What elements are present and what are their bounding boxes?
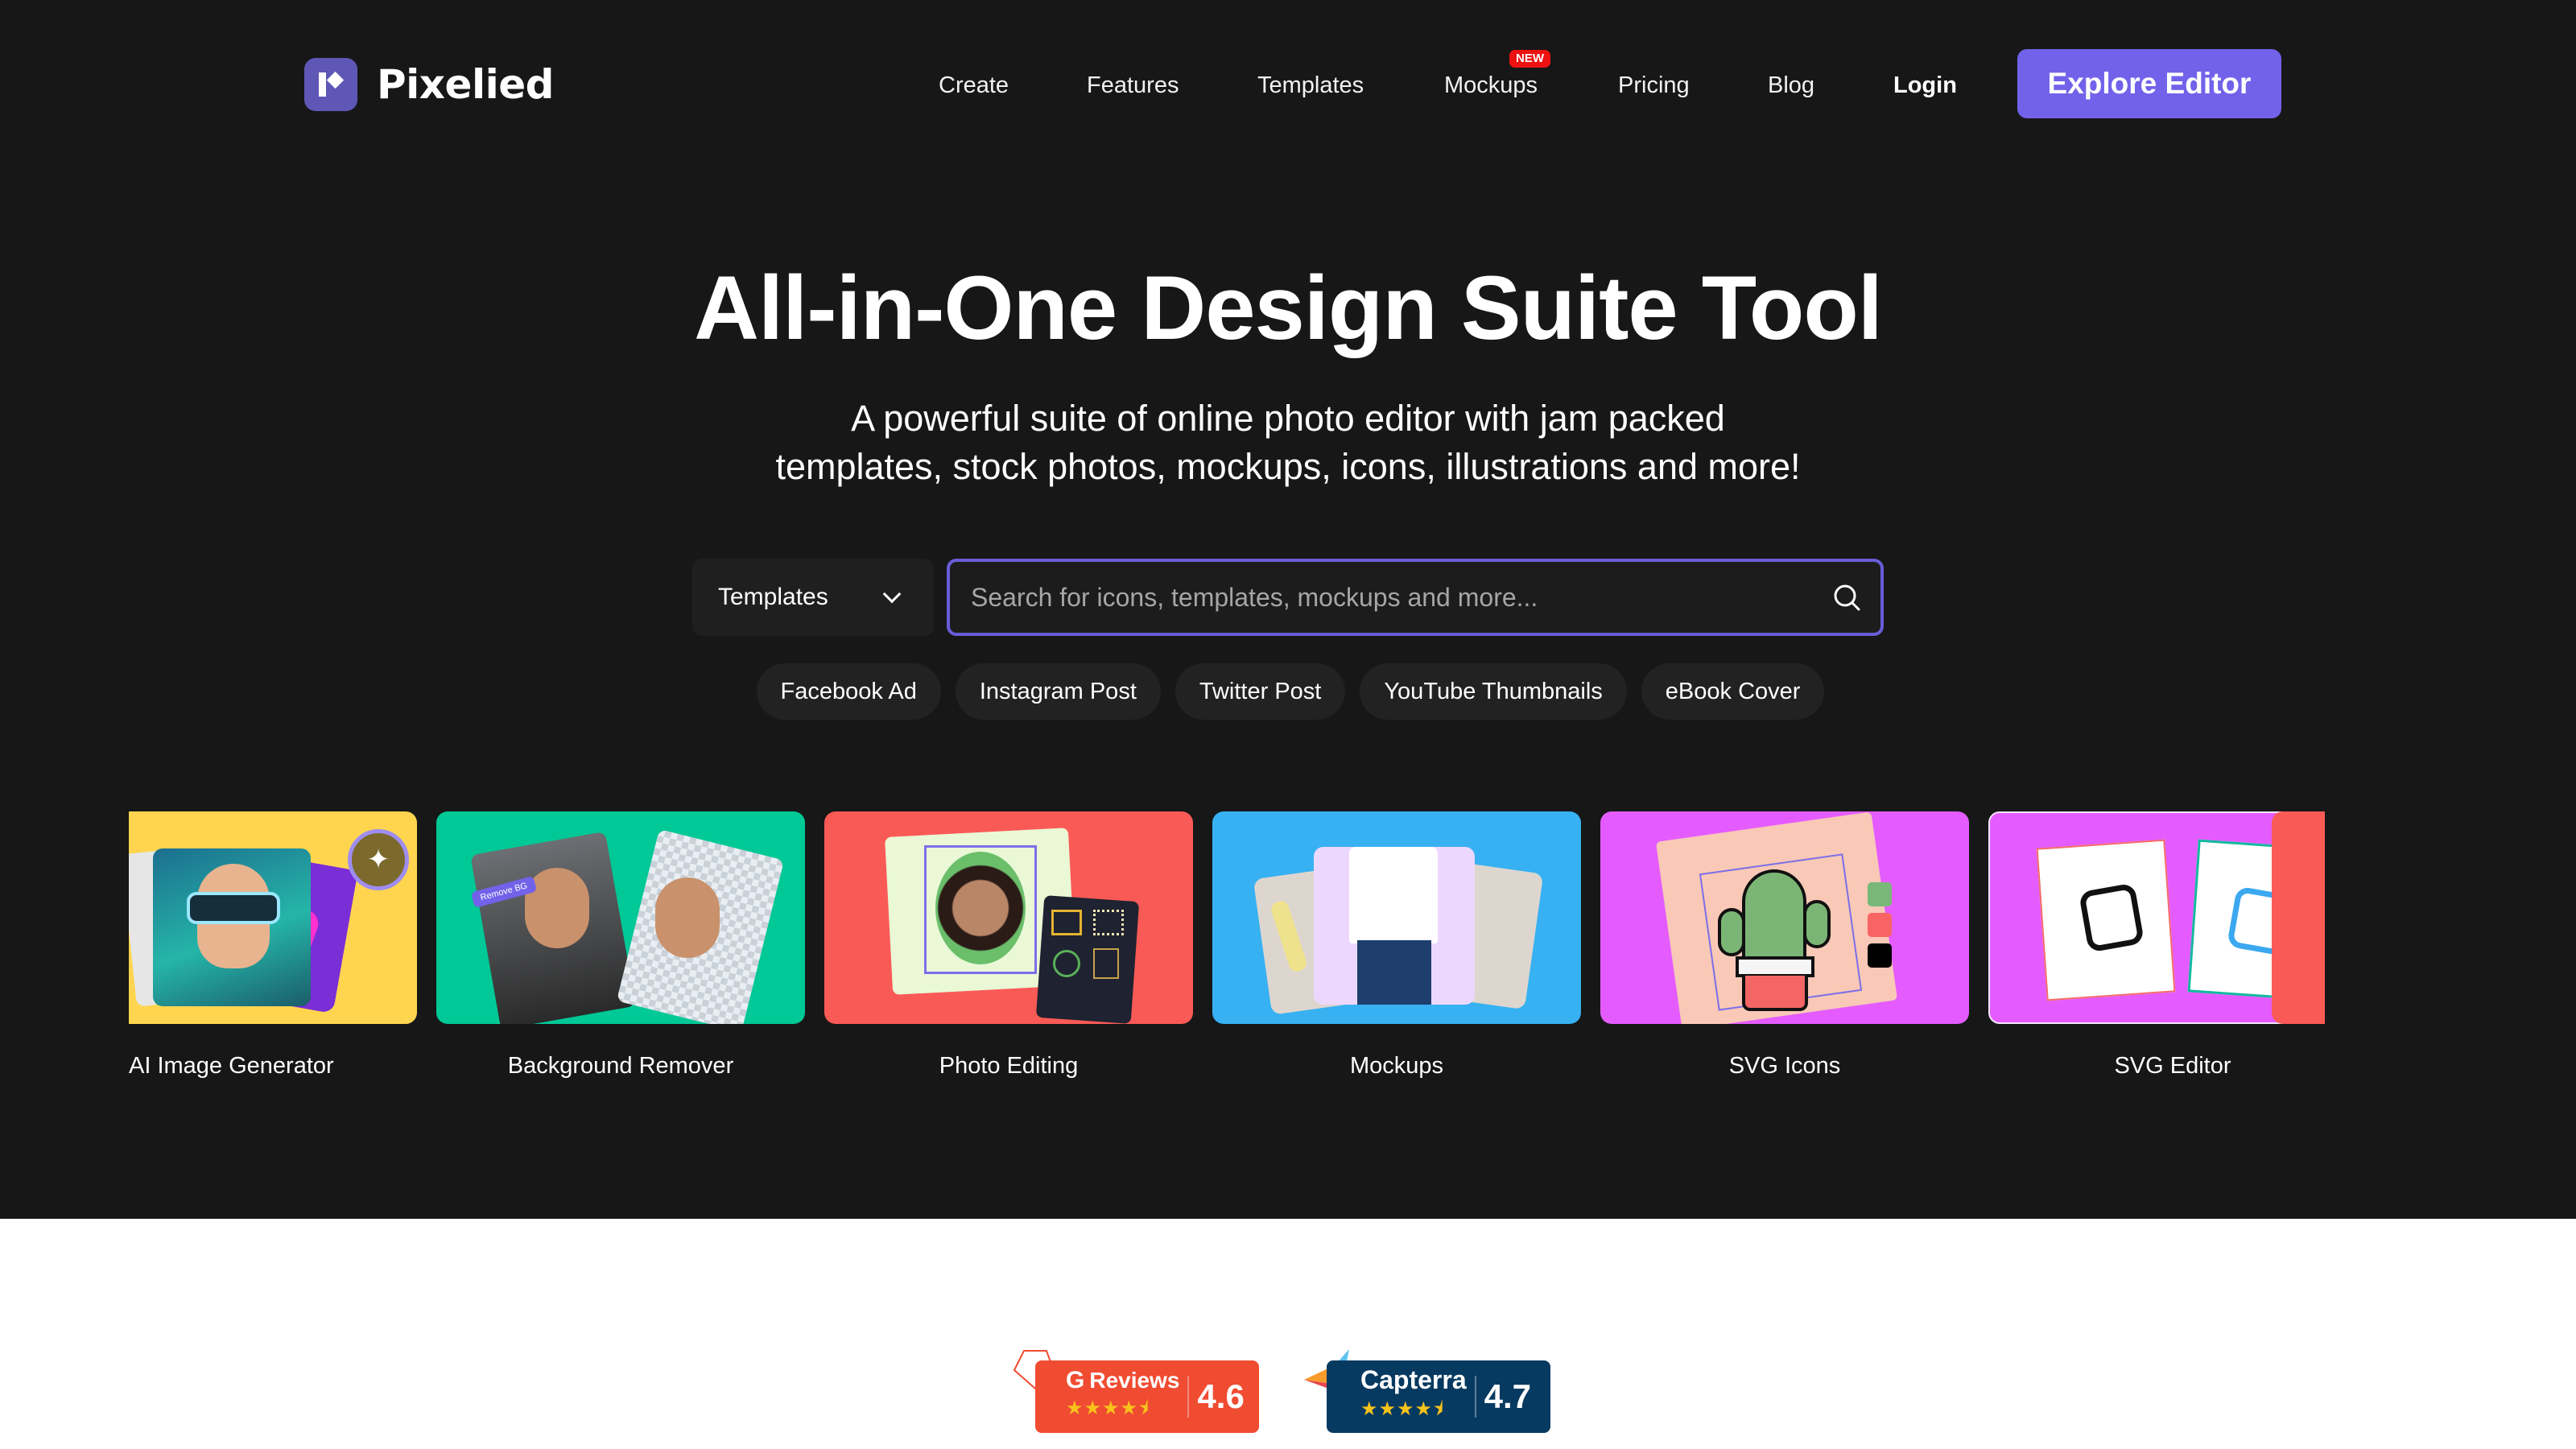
card-thumbnail <box>1600 811 1969 1024</box>
card-label: SVG Icons <box>1728 1053 1841 1079</box>
tag-chip[interactable]: Facebook Ad <box>756 663 941 720</box>
nav-templates[interactable]: Templates <box>1257 68 1364 103</box>
new-badge: NEW <box>1509 50 1551 68</box>
g2-badge-name: Reviews <box>1089 1367 1180 1393</box>
capterra-badge-body: Capterra ★★★★⯨ 4.7 <box>1327 1360 1550 1433</box>
card-background-remover[interactable]: Remove BG Background Remover <box>436 811 805 1079</box>
logo-icon <box>304 58 357 111</box>
category-select-value: Templates <box>718 584 828 610</box>
quick-tags: Facebook Ad Instagram Post Twitter Post … <box>0 663 2576 720</box>
badge-divider <box>1187 1376 1190 1418</box>
chevron-down-icon <box>882 584 902 604</box>
g2-score: 4.6 <box>1197 1377 1245 1415</box>
card-label: SVG Editor <box>2114 1053 2231 1079</box>
tag-chip[interactable]: Instagram Post <box>955 663 1161 720</box>
card-mockups[interactable]: Mockups <box>1212 811 1581 1079</box>
card-thumbnail <box>824 811 1193 1024</box>
card-thumbnail: ✦ <box>129 811 417 1024</box>
search-input[interactable] <box>950 562 1880 633</box>
explore-editor-button[interactable]: Explore Editor <box>2017 49 2281 118</box>
star-rating: ★★★★⯨ <box>1360 1398 1444 1420</box>
search-icon[interactable] <box>1831 581 1863 613</box>
card-label: Background Remover <box>507 1053 734 1079</box>
logo[interactable]: Pixelied <box>304 58 554 111</box>
card-thumbnail <box>1212 811 1581 1024</box>
g2-badge-body: G Reviews ★★★★⯨ 4.6 <box>1035 1360 1259 1433</box>
subtitle-line-1: A powerful suite of online photo editor … <box>851 398 1725 439</box>
card-thumbnail <box>2272 811 2325 1024</box>
nav-blog[interactable]: Blog <box>1768 68 1814 103</box>
tag-chip[interactable]: eBook Cover <box>1641 663 1825 720</box>
card-photo-editing[interactable]: Photo Editing <box>824 811 1193 1079</box>
card-label: Mockups <box>1349 1053 1444 1079</box>
nav-pricing[interactable]: Pricing <box>1618 68 1690 103</box>
card-partial[interactable] <box>2272 811 2325 1024</box>
magic-wand-icon: ✦ <box>348 829 409 890</box>
nav-mockups[interactable]: Mockups NEW <box>1444 50 1551 103</box>
capterra-rating-badge[interactable]: Capterra ★★★★⯨ 4.7 <box>1302 1349 1554 1433</box>
capterra-badge-name: Capterra <box>1360 1365 1467 1394</box>
category-select[interactable]: Templates <box>692 559 934 636</box>
nav-create[interactable]: Create <box>939 68 1009 103</box>
tag-chip[interactable]: YouTube Thumbnails <box>1360 663 1627 720</box>
search-box <box>947 559 1884 636</box>
page-title: All-in-One Design Suite Tool <box>694 258 1883 358</box>
login-link[interactable]: Login <box>1893 68 1957 103</box>
nav-features[interactable]: Features <box>1087 68 1179 103</box>
card-label: Photo Editing <box>939 1053 1079 1079</box>
hero-section: Pixelied Create Features Templates Mocku… <box>0 0 2576 1219</box>
card-ai-image-generator[interactable]: ✦ AI Image Generator <box>129 811 417 1079</box>
g2-rating-badge[interactable]: G Reviews ★★★★⯨ 4.6 <box>1011 1349 1262 1433</box>
logo-text: Pixelied <box>377 61 554 108</box>
hero-subtitle: A powerful suite of online photo editor … <box>0 394 2576 491</box>
star-rating: ★★★★⯨ <box>1066 1397 1150 1419</box>
g2-logo-icon: G <box>1066 1366 1085 1393</box>
nav-mockups-label: Mockups <box>1444 72 1538 98</box>
tag-chip[interactable]: Twitter Post <box>1174 663 1346 720</box>
capterra-score: 4.7 <box>1484 1377 1531 1415</box>
card-thumbnail: Remove BG <box>436 811 805 1024</box>
card-label: AI Image Generator <box>129 1053 334 1079</box>
subtitle-line-2: templates, stock photos, mockups, icons,… <box>775 446 1801 487</box>
badge-divider <box>1474 1376 1476 1418</box>
card-svg-icons[interactable]: SVG Icons <box>1600 811 1969 1079</box>
feature-carousel: ✦ AI Image Generator Remove BG Backgroun… <box>129 811 2325 1117</box>
rating-badges: G Reviews ★★★★⯨ 4.6 Capterra ★★★★⯨ 4.7 <box>1011 1349 1554 1433</box>
